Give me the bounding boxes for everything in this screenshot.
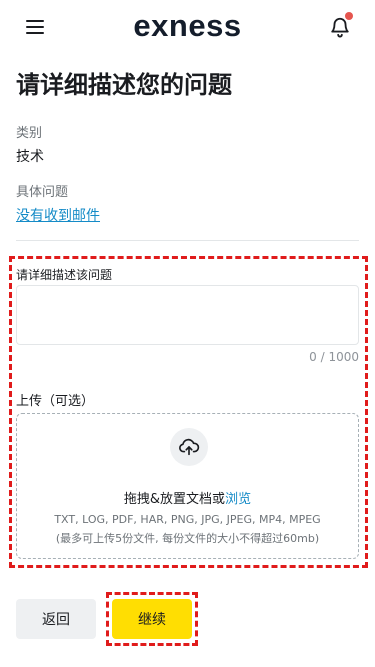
issue-value-link[interactable]: 没有收到邮件 <box>16 205 100 225</box>
upload-label: 上传（可选） <box>16 394 95 409</box>
exness-logo[interactable]: exness <box>0 8 375 44</box>
page-title: 请详细描述您的问题 <box>16 71 232 99</box>
category-value: 技术 <box>16 149 44 165</box>
section-divider <box>16 240 359 241</box>
notification-dot <box>345 12 353 20</box>
drop-text: 拖拽&放置文档或 <box>123 492 226 507</box>
file-limit-note: (最多可上传5份文件, 每份文件的大小不得超过60mb) <box>55 532 320 545</box>
allowed-file-types: TXT, LOG, PDF, HAR, PNG, JPG, JPEG, MP4,… <box>54 513 321 526</box>
browse-link[interactable]: 浏览 <box>225 492 251 507</box>
description-textarea[interactable] <box>16 285 359 345</box>
app-header: exness <box>0 0 375 56</box>
description-label: 请详细描述该问题 <box>16 268 113 282</box>
category-label: 类别 <box>16 126 43 141</box>
back-button[interactable]: 返回 <box>16 599 96 639</box>
cloud-upload-icon[interactable] <box>170 428 208 466</box>
issue-label: 具体问题 <box>16 185 69 200</box>
notification-bell-icon[interactable] <box>329 12 353 38</box>
character-counter: 0 / 1000 <box>309 350 359 364</box>
continue-highlight-frame <box>106 592 198 646</box>
dropzone-instruction: 拖拽&放置文档或浏览 <box>0 488 375 507</box>
